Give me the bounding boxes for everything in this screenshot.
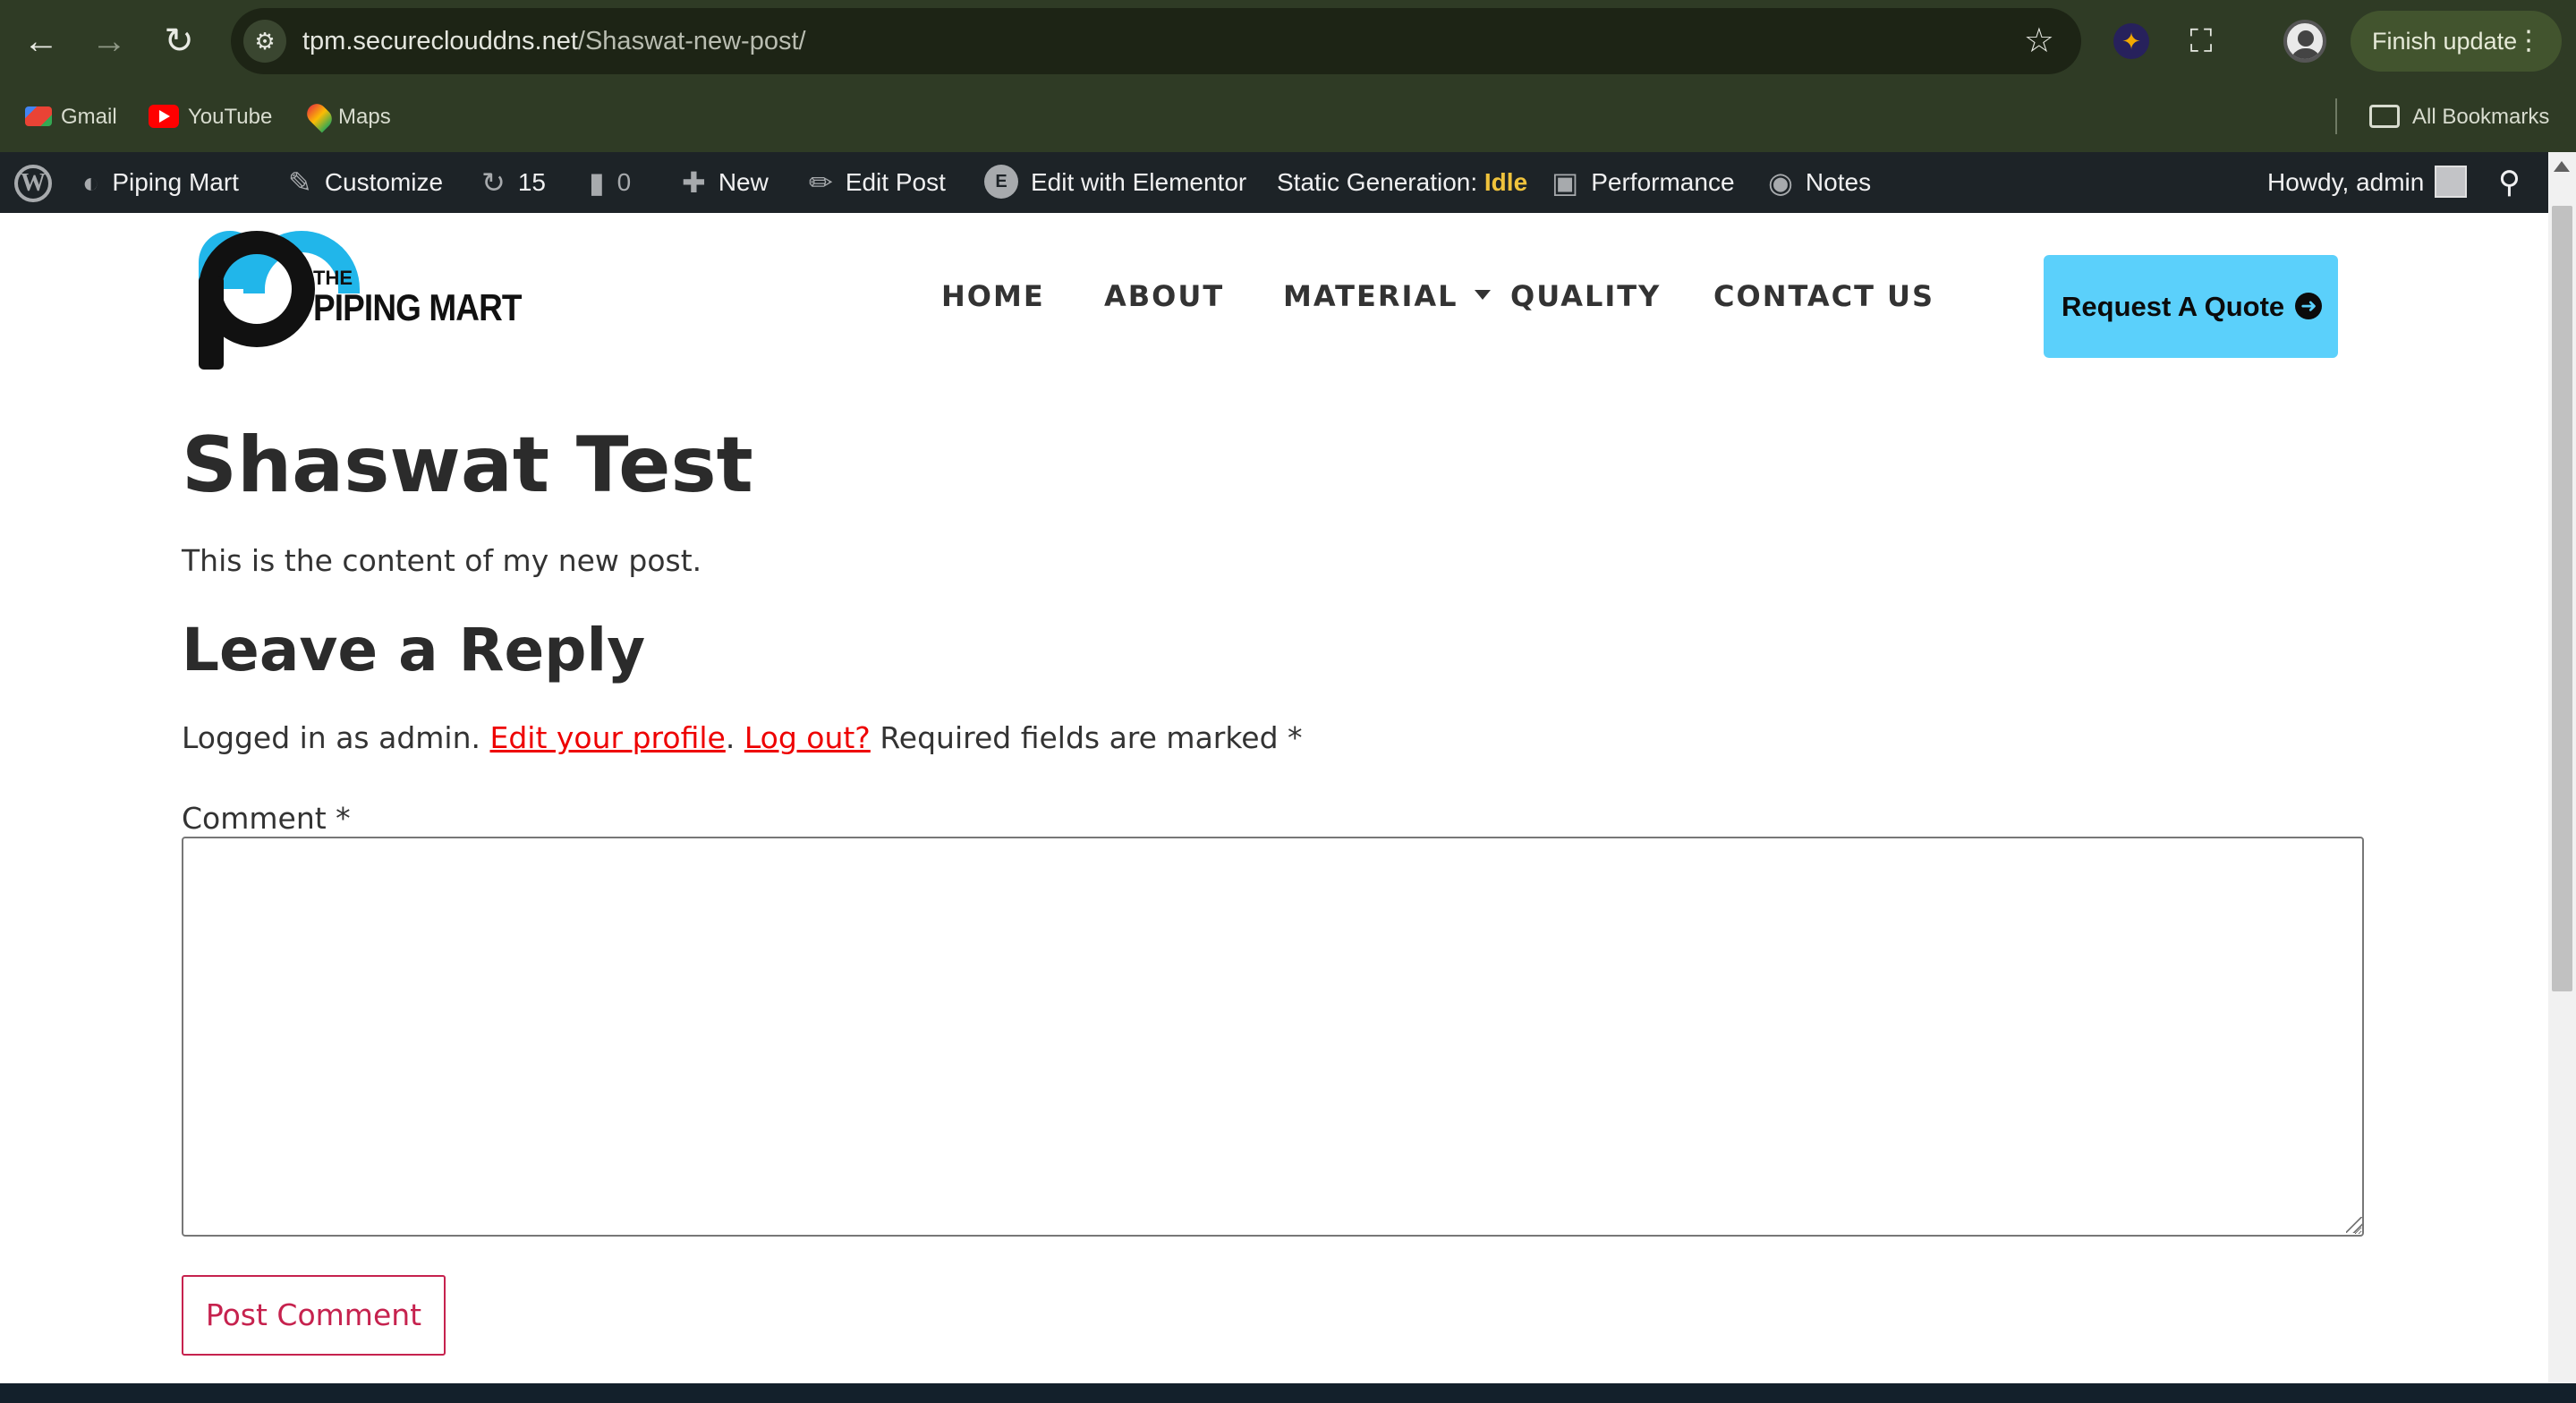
bookmarks-bar: Gmail YouTube Maps All Bookmarks bbox=[0, 82, 2576, 152]
reload-icon[interactable]: ↻ bbox=[157, 20, 200, 63]
gmail-icon bbox=[25, 106, 52, 126]
updates-count: 15 bbox=[517, 168, 546, 196]
bookmark-star-icon[interactable]: ☆ bbox=[2024, 8, 2054, 74]
post-comment-button[interactable]: Post Comment bbox=[182, 1275, 446, 1356]
reply-title: Leave a Reply bbox=[182, 616, 646, 684]
scroll-thumb[interactable] bbox=[2552, 206, 2572, 991]
notes-bubble-icon: ◉ bbox=[1768, 166, 1793, 199]
edit-profile-link[interactable]: Edit your profile bbox=[490, 720, 726, 755]
extensions-puzzle-icon[interactable]: ⛶ bbox=[2180, 20, 2223, 63]
bookmark-label: Maps bbox=[338, 105, 391, 129]
url-host: tpm.secureclouddns.net bbox=[302, 27, 578, 55]
forward-arrow-icon[interactable]: → bbox=[88, 20, 131, 63]
admin-updates[interactable]: ↻ 15 bbox=[481, 152, 546, 213]
nav-home[interactable]: HOME bbox=[941, 279, 1045, 313]
comment-textarea[interactable] bbox=[182, 837, 2364, 1237]
paintbrush-icon: ✎ bbox=[288, 166, 312, 199]
logo-name: PIPING MART bbox=[313, 286, 523, 328]
admin-customize[interactable]: ✎ Customize bbox=[288, 152, 443, 213]
site-info-icon[interactable]: ⚙ bbox=[243, 20, 286, 63]
url-path: /Shaswat-new-post/ bbox=[577, 27, 806, 55]
bookmark-label: YouTube bbox=[188, 105, 273, 129]
url-text[interactable]: tpm.secureclouddns.net/Shaswat-new-post/ bbox=[302, 8, 806, 74]
maps-icon bbox=[302, 99, 336, 133]
nav-material[interactable]: MATERIAL bbox=[1283, 279, 1491, 313]
admin-edit-elementor[interactable]: E Edit with Elementor bbox=[984, 152, 1246, 213]
site-logo[interactable]: THE PIPING MART bbox=[199, 231, 523, 374]
required-fields-note: Required fields are marked * bbox=[880, 720, 1303, 755]
period: . bbox=[725, 720, 735, 755]
edit-post-label: Edit Post bbox=[845, 168, 946, 196]
logo-p-stem bbox=[199, 276, 224, 370]
nav-contact-us[interactable]: CONTACT US bbox=[1713, 279, 1934, 313]
avatar bbox=[2435, 165, 2468, 198]
static-generation-label: Static Generation: bbox=[1277, 168, 1478, 196]
performance-icon: ▣ bbox=[1552, 166, 1579, 199]
admin-search-icon[interactable]: ⚲ bbox=[2498, 152, 2521, 213]
wp-admin-bar: W ◐ Piping Mart ✎ Customize ↻ 15 ▮ 0 ✚ New ✏ E… bbox=[0, 152, 2548, 213]
notes-label: Notes bbox=[1805, 168, 1872, 196]
admin-site-name[interactable]: ◐ Piping Mart bbox=[82, 152, 239, 213]
customize-label: Customize bbox=[324, 168, 444, 196]
bookmark-maps[interactable]: Maps bbox=[302, 82, 391, 152]
site-footer bbox=[0, 1383, 2576, 1403]
all-bookmarks-label: All Bookmarks bbox=[2412, 105, 2550, 129]
comment-label: Comment * bbox=[182, 801, 351, 836]
page-scrollbar[interactable] bbox=[2548, 152, 2576, 1383]
dashboard-icon: ◐ bbox=[82, 166, 100, 199]
post-body: This is the content of my new post. bbox=[182, 543, 702, 578]
browser-toolbar: ← → ↻ ⚙ tpm.secureclouddns.net/Shaswat-n… bbox=[0, 0, 2576, 82]
finish-update-button[interactable]: Finish update ⋮ bbox=[2351, 11, 2562, 72]
extension-icon[interactable]: ✦ bbox=[2110, 20, 2153, 63]
bookmark-label: Gmail bbox=[61, 105, 117, 129]
youtube-icon bbox=[149, 104, 179, 128]
post-title: Shaswat Test bbox=[182, 421, 753, 510]
edit-elementor-label: Edit with Elementor bbox=[1031, 168, 1247, 196]
comments-count: 0 bbox=[616, 168, 632, 196]
profile-avatar[interactable] bbox=[2283, 20, 2326, 63]
back-arrow-icon[interactable]: ← bbox=[20, 20, 63, 63]
scroll-up-arrow-icon[interactable] bbox=[2554, 161, 2570, 172]
logged-in-prefix: Logged in as admin. bbox=[182, 720, 480, 755]
folder-icon bbox=[2369, 104, 2400, 128]
nav-about[interactable]: ABOUT bbox=[1104, 279, 1224, 313]
elementor-icon: E bbox=[984, 164, 1018, 199]
finish-update-label: Finish update bbox=[2372, 28, 2518, 55]
static-generation-status: Idle bbox=[1484, 168, 1528, 196]
bookmarks-divider bbox=[2335, 98, 2337, 134]
site-name-label: Piping Mart bbox=[112, 168, 239, 196]
admin-comments[interactable]: ▮ 0 bbox=[589, 152, 631, 213]
howdy-label: Howdy, admin bbox=[2267, 168, 2425, 196]
all-bookmarks[interactable]: All Bookmarks bbox=[2369, 82, 2549, 152]
admin-edit-post[interactable]: ✏ Edit Post bbox=[809, 152, 946, 213]
admin-notes[interactable]: ◉ Notes bbox=[1768, 152, 1871, 213]
pencil-icon: ✏ bbox=[809, 166, 833, 199]
updates-icon: ↻ bbox=[481, 166, 506, 199]
nav-quality[interactable]: QUALITY bbox=[1510, 279, 1661, 313]
kebab-menu-icon: ⋮ bbox=[2515, 26, 2542, 55]
new-label: New bbox=[718, 168, 769, 196]
request-quote-label: Request A Quote bbox=[2062, 291, 2285, 322]
resize-handle-icon[interactable] bbox=[2346, 1217, 2362, 1233]
wordpress-logo-icon[interactable]: W bbox=[14, 165, 52, 202]
admin-static-generation[interactable]: Static Generation: Idle bbox=[1277, 152, 1527, 213]
admin-performance[interactable]: ▣ Performance bbox=[1552, 152, 1735, 213]
logged-in-note: Logged in as admin. Edit your profile. L… bbox=[182, 720, 1303, 755]
admin-account[interactable]: Howdy, admin bbox=[2267, 152, 2468, 213]
log-out-link[interactable]: Log out? bbox=[744, 720, 871, 755]
nav-material-label: MATERIAL bbox=[1283, 279, 1458, 313]
request-quote-button[interactable]: Request A Quote ➜ bbox=[2044, 255, 2338, 358]
comment-bubble-icon: ▮ bbox=[589, 166, 605, 199]
address-bar[interactable]: ⚙ tpm.secureclouddns.net/Shaswat-new-pos… bbox=[231, 8, 2081, 74]
bookmark-gmail[interactable]: Gmail bbox=[25, 82, 117, 152]
arrow-right-circle-icon: ➜ bbox=[2295, 292, 2323, 319]
performance-label: Performance bbox=[1591, 168, 1735, 196]
admin-new[interactable]: ✚ New bbox=[682, 152, 769, 213]
bookmark-youtube[interactable]: YouTube bbox=[149, 82, 272, 152]
plus-icon: ✚ bbox=[682, 166, 706, 199]
caret-down-icon bbox=[1474, 289, 1491, 300]
